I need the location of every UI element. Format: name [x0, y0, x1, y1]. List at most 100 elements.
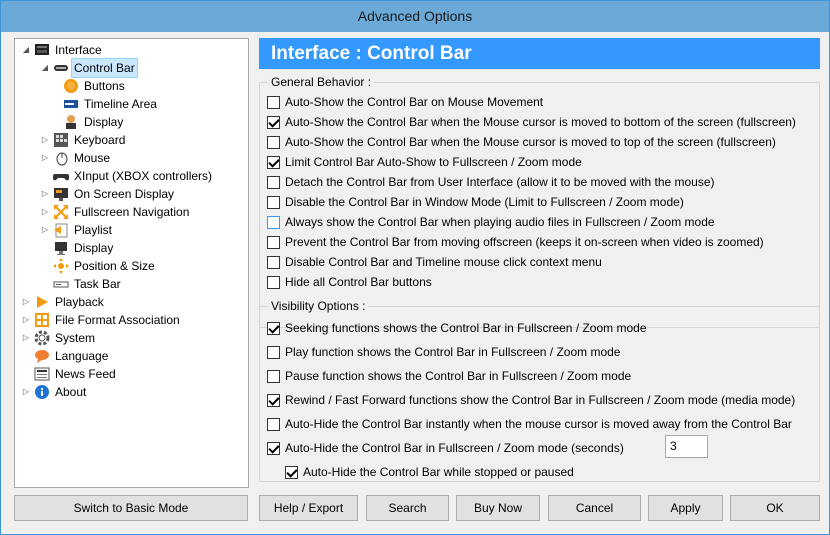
expand-icon[interactable]: ▷ — [40, 203, 50, 221]
tree-item-osd[interactable]: ▷ On Screen Display — [40, 185, 176, 203]
settings-tree[interactable]: ◢ Interface ◢ Control Bar Buttons Timeli… — [14, 38, 249, 488]
tree-item-buttons[interactable]: Buttons — [63, 77, 127, 95]
option-auto-hide-stopped[interactable]: Auto-Hide the Control Bar while stopped … — [285, 464, 574, 480]
option-label: Auto-Show the Control Bar on Mouse Movem… — [285, 95, 544, 109]
checkbox[interactable] — [267, 115, 280, 129]
checkbox[interactable] — [267, 417, 280, 431]
option-label: Disable Control Bar and Timeline mouse c… — [285, 255, 602, 269]
tree-item-task-bar[interactable]: ▷ Task Bar — [40, 275, 123, 293]
expand-icon[interactable]: ▷ — [21, 383, 31, 401]
tree-item-mouse[interactable]: ▷ Mouse — [40, 149, 112, 167]
checkbox[interactable] — [267, 195, 280, 209]
about-info-icon — [34, 384, 50, 400]
checkbox[interactable] — [267, 275, 280, 289]
checkbox[interactable] — [267, 369, 280, 383]
checkbox[interactable] — [267, 393, 280, 407]
option-always-show-audio[interactable]: Always show the Control Bar when playing… — [267, 214, 715, 230]
checkbox[interactable] — [267, 255, 280, 269]
help-export-button[interactable]: Help / Export — [259, 495, 358, 521]
checkbox[interactable] — [267, 321, 280, 335]
collapse-icon[interactable]: ◢ — [40, 59, 50, 77]
checkbox[interactable] — [267, 441, 280, 455]
fullscreen-icon — [53, 204, 69, 220]
auto-hide-seconds-input[interactable]: 3 — [665, 435, 708, 458]
playlist-icon — [53, 222, 69, 238]
expand-icon[interactable]: ▷ — [40, 221, 50, 239]
system-gear-icon — [34, 330, 50, 346]
tree-item-label: Language — [55, 349, 109, 363]
tree-item-system[interactable]: ▷ System — [21, 329, 97, 347]
checkbox[interactable] — [267, 135, 280, 149]
switch-basic-mode-button[interactable]: Switch to Basic Mode — [14, 495, 248, 521]
option-detach-control-bar[interactable]: Detach the Control Bar from User Interfa… — [267, 174, 715, 190]
option-rewind-shows[interactable]: Rewind / Fast Forward functions show the… — [267, 392, 795, 408]
expand-icon[interactable]: ▷ — [40, 149, 50, 167]
tree-item-xinput[interactable]: ▷ XInput (XBOX controllers) — [40, 167, 214, 185]
tree-item-news-feed[interactable]: ▷ News Feed — [21, 365, 118, 383]
tree-item-interface[interactable]: ◢ Interface — [21, 41, 104, 59]
option-label: Auto-Show the Control Bar when the Mouse… — [285, 115, 796, 129]
option-seeking-shows[interactable]: Seeking functions shows the Control Bar … — [267, 320, 647, 336]
option-limit-auto-show[interactable]: Limit Control Bar Auto-Show to Fullscree… — [267, 154, 582, 170]
display-icon — [63, 114, 79, 130]
cancel-button[interactable]: Cancel — [548, 495, 641, 521]
news-icon — [34, 366, 50, 382]
option-label: Pause function shows the Control Bar in … — [285, 369, 632, 383]
timeline-icon — [63, 96, 79, 112]
option-hide-buttons[interactable]: Hide all Control Bar buttons — [267, 274, 432, 290]
option-prevent-offscreen[interactable]: Prevent the Control Bar from moving offs… — [267, 234, 764, 250]
tree-item-label: Buttons — [84, 79, 125, 93]
option-auto-show-bottom[interactable]: Auto-Show the Control Bar when the Mouse… — [267, 114, 796, 130]
tree-item-position-size[interactable]: ▷ Position & Size — [40, 257, 157, 275]
option-auto-show-mouse-movement[interactable]: Auto-Show the Control Bar on Mouse Movem… — [267, 94, 543, 110]
tree-item-display[interactable]: ▷ Display — [40, 239, 115, 257]
option-disable-context-menu[interactable]: Disable Control Bar and Timeline mouse c… — [267, 254, 602, 270]
expand-icon[interactable]: ▷ — [40, 185, 50, 203]
option-label: Rewind / Fast Forward functions show the… — [285, 393, 796, 407]
checkbox[interactable] — [285, 465, 298, 479]
option-pause-shows[interactable]: Pause function shows the Control Bar in … — [267, 368, 631, 384]
tree-item-control-bar[interactable]: ◢ Control Bar — [40, 58, 138, 78]
ok-button[interactable]: OK — [730, 495, 820, 521]
expand-icon[interactable]: ▷ — [21, 293, 31, 311]
tree-item-label: On Screen Display — [74, 187, 175, 201]
checkbox[interactable] — [267, 95, 280, 109]
tree-item-language[interactable]: ▷ Language — [21, 347, 110, 365]
expand-icon[interactable]: ▷ — [21, 311, 31, 329]
tree-item-label: Playlist — [74, 223, 113, 237]
expand-icon[interactable]: ▷ — [40, 131, 50, 149]
tree-item-file-format-association[interactable]: ▷ File Format Association — [21, 311, 182, 329]
apply-button[interactable]: Apply — [648, 495, 723, 521]
collapse-icon[interactable]: ◢ — [21, 41, 31, 59]
keyboard-icon — [53, 132, 69, 148]
search-button[interactable]: Search — [366, 495, 449, 521]
tree-item-playlist[interactable]: ▷ Playlist — [40, 221, 114, 239]
option-auto-hide-instantly[interactable]: Auto-Hide the Control Bar instantly when… — [267, 416, 792, 432]
option-play-shows[interactable]: Play function shows the Control Bar in F… — [267, 344, 620, 360]
checkbox[interactable] — [267, 175, 280, 189]
checkbox[interactable] — [267, 155, 280, 169]
tree-item-fullscreen-navigation[interactable]: ▷ Fullscreen Navigation — [40, 203, 191, 221]
option-label: Auto-Show the Control Bar when the Mouse… — [285, 135, 776, 149]
option-auto-hide-seconds[interactable]: Auto-Hide the Control Bar in Fullscreen … — [267, 440, 624, 456]
group-legend: General Behavior : — [268, 75, 375, 89]
tree-item-timeline-area[interactable]: Timeline Area — [63, 95, 159, 113]
buy-now-button[interactable]: Buy Now — [456, 495, 540, 521]
checkbox[interactable] — [267, 345, 280, 359]
tree-item-keyboard[interactable]: ▷ Keyboard — [40, 131, 127, 149]
tree-item-about[interactable]: ▷ About — [21, 383, 88, 401]
checkbox[interactable] — [267, 235, 280, 249]
expand-icon[interactable]: ▷ — [21, 329, 31, 347]
option-auto-show-top[interactable]: Auto-Show the Control Bar when the Mouse… — [267, 134, 776, 150]
option-label: Limit Control Bar Auto-Show to Fullscree… — [285, 155, 582, 169]
checkbox[interactable] — [267, 215, 280, 229]
tree-item-playback[interactable]: ▷ Playback — [21, 293, 106, 311]
tree-item-label: System — [55, 331, 96, 345]
tree-item-display-sub[interactable]: Display — [63, 113, 125, 131]
option-disable-window-mode[interactable]: Disable the Control Bar in Window Mode (… — [267, 194, 684, 210]
tree-item-label: Mouse — [74, 151, 111, 165]
option-label: Hide all Control Bar buttons — [285, 275, 432, 289]
group-legend: Visibility Options : — [268, 299, 369, 313]
window-title: Advanced Options — [1, 1, 829, 32]
gamepad-icon — [53, 168, 69, 184]
